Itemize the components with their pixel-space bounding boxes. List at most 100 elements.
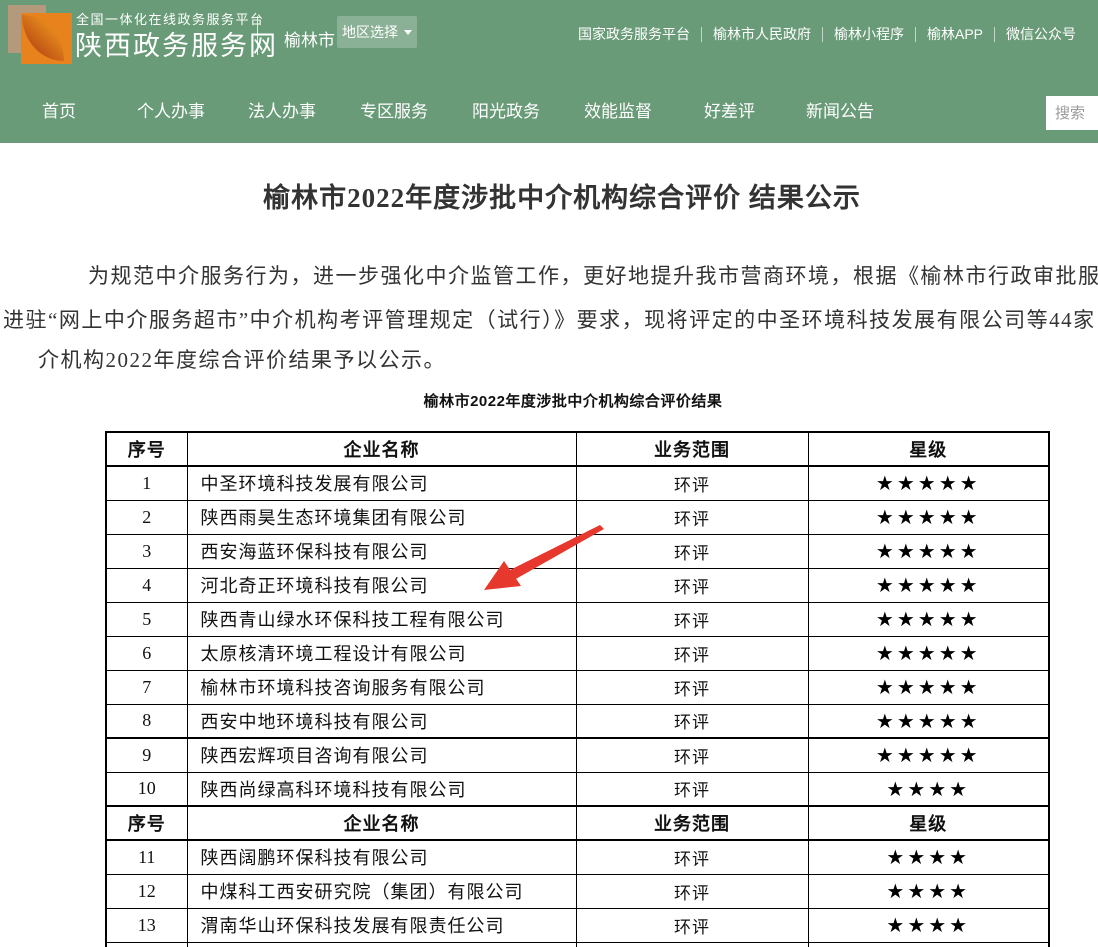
nav-item-sunshine[interactable]: 阳光政务: [472, 97, 540, 122]
table-row: 9 陕西宏辉项目咨询有限公司 环评 ★★★★★: [106, 738, 1049, 772]
table-row-partial: [106, 942, 1049, 947]
cell-scope: 环评: [576, 500, 808, 534]
top-link-mini-program[interactable]: 榆林小程序: [834, 24, 904, 44]
cell-no: 3: [106, 534, 187, 568]
cell-company-name: 榆林市环境科技咨询服务有限公司: [187, 670, 576, 704]
table-caption: 榆林市2022年度涉批中介机构综合评价结果: [0, 390, 1098, 411]
nav-item-rating[interactable]: 好差评: [704, 97, 755, 122]
cell-star-rating: ★★★★★: [808, 568, 1049, 602]
region-selector-label: 地区选择: [342, 22, 398, 42]
cell-scope: 环评: [576, 670, 808, 704]
cell-company-name: 西安中地环境科技有限公司: [187, 704, 576, 738]
cell-no: 13: [106, 908, 187, 942]
cell-scope: 环评: [576, 636, 808, 670]
table-row: 3 西安海蓝环保科技有限公司 环评 ★★★★★: [106, 534, 1049, 568]
nav-item-news[interactable]: 新闻公告: [806, 97, 874, 122]
col-header-scope: 业务范围: [576, 806, 808, 840]
cell-scope: 环评: [576, 840, 808, 874]
cell-company-name: 中圣环境科技发展有限公司: [187, 466, 576, 500]
cell-scope: 环评: [576, 908, 808, 942]
table-header-row: 序号 企业名称 业务范围 星级: [106, 432, 1049, 466]
col-header-no: 序号: [106, 806, 187, 840]
cell-scope: 环评: [576, 466, 808, 500]
col-header-no: 序号: [106, 432, 187, 466]
paragraph-line-3: 介机构2022年度综合评价结果予以公示。: [38, 344, 446, 374]
region-selector-button[interactable]: 地区选择: [337, 16, 417, 48]
paragraph-line-2: 进驻“网上中介服务超市”中介机构考评管理规定（试行）》要求，现将评定的中圣环境科…: [3, 304, 1096, 334]
cell-star-rating: ★★★★: [808, 874, 1049, 908]
top-link-app[interactable]: 榆林APP: [927, 24, 983, 44]
cell-star-rating: ★★★★★: [808, 466, 1049, 500]
search-box: [1046, 96, 1098, 130]
site-logo[interactable]: [8, 4, 72, 66]
table-row: 2 陕西雨昊生态环境集团有限公司 环评 ★★★★★: [106, 500, 1049, 534]
nav-item-zone[interactable]: 专区服务: [360, 97, 428, 122]
cell-star-rating: ★★★★: [808, 908, 1049, 942]
cell-star-rating: ★★★★★: [808, 670, 1049, 704]
search-input[interactable]: [1046, 96, 1098, 130]
cell-no: 2: [106, 500, 187, 534]
logo-orange-square: [21, 13, 72, 64]
chevron-down-icon: [404, 30, 412, 35]
top-link-wechat[interactable]: 微信公众号: [1006, 24, 1076, 44]
cell-scope: 环评: [576, 874, 808, 908]
table-row: 13 渭南华山环保科技发展有限责任公司 环评 ★★★★: [106, 908, 1049, 942]
nav-item-home[interactable]: 首页: [42, 97, 76, 122]
cell-no: 10: [106, 772, 187, 806]
table-row: 7 榆林市环境科技咨询服务有限公司 环评 ★★★★★: [106, 670, 1049, 704]
cell-star-rating: ★★★★★: [808, 602, 1049, 636]
cell-company-name: 西安海蓝环保科技有限公司: [187, 534, 576, 568]
link-separator: [915, 27, 916, 42]
link-separator: [701, 27, 702, 42]
site-header: 全国一体化在线政务服务平台 陕西政务服务网 榆林市 地区选择 国家政务服务平台 …: [0, 0, 1098, 143]
top-link-city-government[interactable]: 榆林市人民政府: [713, 24, 811, 44]
cell-company-name: 陕西雨昊生态环境集团有限公司: [187, 500, 576, 534]
main-nav: 首页 个人办事 法人办事 专区服务 阳光政务 效能监督 好差评 新闻公告: [0, 97, 1098, 123]
cell-star-rating: ★★★★★: [808, 534, 1049, 568]
header-divider: [257, 16, 258, 55]
site-name: 陕西政务服务网: [75, 24, 278, 63]
cell-star-rating: ★★★★: [808, 840, 1049, 874]
cell-star-rating: ★★★★: [808, 772, 1049, 806]
cell-company-name: 陕西宏辉项目咨询有限公司: [187, 738, 576, 772]
table-header-row: 序号 企业名称 业务范围 星级: [106, 806, 1049, 840]
cell-company-name: 陕西阔鹏环保科技有限公司: [187, 840, 576, 874]
table-row: 11 陕西阔鹏环保科技有限公司 环评 ★★★★: [106, 840, 1049, 874]
top-links: 国家政务服务平台 榆林市人民政府 榆林小程序 榆林APP 微信公众号 注册: [578, 24, 1098, 44]
table-row: 4 河北奇正环境科技有限公司 环评 ★★★★★: [106, 568, 1049, 602]
cell-no: 1: [106, 466, 187, 500]
col-header-name: 企业名称: [187, 806, 576, 840]
col-header-name: 企业名称: [187, 432, 576, 466]
nav-item-supervision[interactable]: 效能监督: [584, 97, 652, 122]
cell-scope: 环评: [576, 568, 808, 602]
cell-company-name: 河北奇正环境科技有限公司: [187, 568, 576, 602]
cell-scope: 环评: [576, 704, 808, 738]
cell-no: 9: [106, 738, 187, 772]
col-header-scope: 业务范围: [576, 432, 808, 466]
cell-no: 6: [106, 636, 187, 670]
cell-company-name: 陕西青山绿水环保科技工程有限公司: [187, 602, 576, 636]
cell-star-rating: ★★★★★: [808, 704, 1049, 738]
evaluation-table: 序号 企业名称 业务范围 星级 1 中圣环境科技发展有限公司 环评 ★★★★★ …: [105, 431, 1050, 947]
table-row: 1 中圣环境科技发展有限公司 环评 ★★★★★: [106, 466, 1049, 500]
cell-no: 11: [106, 840, 187, 874]
cell-company-name: 陕西尚绿高科环境科技有限公司: [187, 772, 576, 806]
page: 全国一体化在线政务服务平台 陕西政务服务网 榆林市 地区选择 国家政务服务平台 …: [0, 0, 1098, 947]
table-row: 6 太原核清环境工程设计有限公司 环评 ★★★★★: [106, 636, 1049, 670]
col-header-stars: 星级: [808, 806, 1049, 840]
link-separator: [994, 27, 995, 42]
cell-no: 5: [106, 602, 187, 636]
nav-item-legal[interactable]: 法人办事: [248, 97, 316, 122]
cell-company-name: 太原核清环境工程设计有限公司: [187, 636, 576, 670]
cell-no: 12: [106, 874, 187, 908]
nav-item-personal[interactable]: 个人办事: [137, 97, 205, 122]
cell-no: 8: [106, 704, 187, 738]
cell-company-name: 渭南华山环保科技发展有限责任公司: [187, 908, 576, 942]
paragraph-line-1: 为规范中介服务行为，进一步强化中介监管工作，更好地提升我市营商环境，根据《榆林市…: [88, 260, 1098, 290]
cell-scope: 环评: [576, 602, 808, 636]
cell-star-rating: ★★★★★: [808, 500, 1049, 534]
cell-no: 7: [106, 670, 187, 704]
top-link-national-platform[interactable]: 国家政务服务平台: [578, 24, 690, 44]
table-row: 5 陕西青山绿水环保科技工程有限公司 环评 ★★★★★: [106, 602, 1049, 636]
table-row: 12 中煤科工西安研究院（集团）有限公司 环评 ★★★★: [106, 874, 1049, 908]
